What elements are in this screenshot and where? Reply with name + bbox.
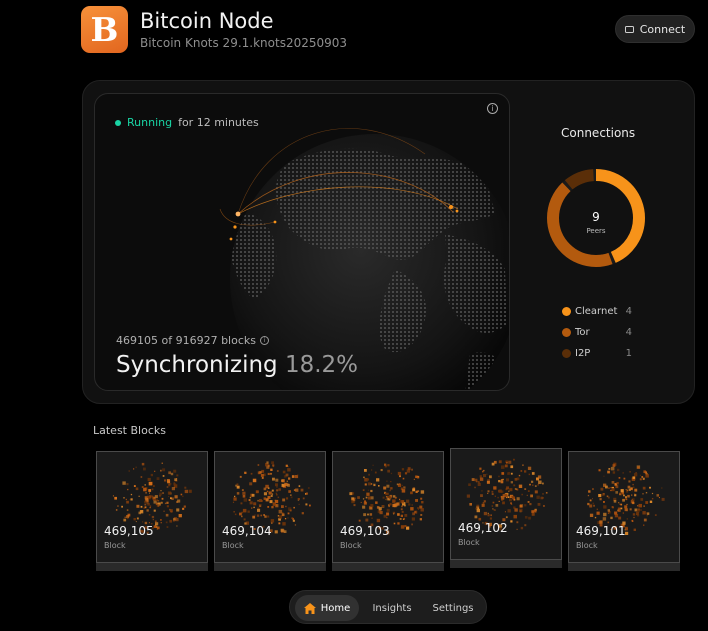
blocks-info-icon[interactable]: i (260, 336, 269, 345)
block-card[interactable]: 469,101 Block (568, 451, 680, 571)
legend-swatch (562, 328, 571, 337)
tab-insights[interactable]: Insights (364, 595, 420, 621)
sync-status: Synchronizing 18.2% (116, 352, 358, 378)
node-status: Running for 12 minutes (115, 116, 259, 129)
legend-swatch (562, 307, 571, 316)
connect-button-label: Connect (639, 22, 686, 36)
legend-tor: Tor 4 (562, 327, 632, 338)
legend-count: 1 (625, 348, 632, 359)
block-height: 469,102 (458, 521, 508, 535)
blocks-progress: 469105 of 916927 blocks i (116, 334, 269, 347)
tab-settings[interactable]: Settings (424, 595, 482, 621)
sync-card: Running for 12 minutes i 469105 of 91692… (94, 93, 510, 391)
sync-label: Synchronizing (116, 352, 278, 378)
legend-label: I2P (575, 348, 591, 359)
block-card[interactable]: 469,105 Block (96, 451, 208, 571)
tab-settings-label: Settings (432, 602, 474, 614)
block-card[interactable]: 469,102 Block (450, 448, 562, 568)
app-logo: B (81, 6, 128, 53)
legend-clearnet: Clearnet 4 (562, 306, 632, 317)
status-duration: for 12 minutes (178, 116, 259, 129)
node-version: Bitcoin Knots 29.1.knots20250903 (140, 36, 348, 50)
block-height: 469,101 (576, 524, 626, 538)
sync-percent: 18.2% (284, 352, 359, 378)
block-height: 469,104 (222, 524, 272, 538)
status-running-label: Running (127, 116, 173, 129)
block-label: Block (458, 538, 480, 547)
block-height: 469,105 (104, 524, 154, 538)
legend-count: 4 (625, 306, 632, 317)
block-height: 469,103 (340, 524, 390, 538)
tab-insights-label: Insights (372, 602, 412, 614)
block-label: Block (576, 541, 598, 550)
peers-label: Peers (586, 227, 605, 235)
block-label: Block (340, 541, 362, 550)
connections-donut-chart: 9 Peers (547, 169, 645, 267)
legend-count: 4 (625, 327, 632, 338)
blocks-progress-text: 469105 of 916927 blocks (116, 334, 256, 347)
info-icon[interactable]: i (487, 103, 498, 114)
latest-blocks-title: Latest Blocks (93, 424, 166, 437)
legend-label: Tor (575, 327, 590, 338)
page-title: Bitcoin Node (140, 9, 274, 33)
block-label: Block (104, 541, 126, 550)
status-dot (115, 119, 121, 126)
legend-label: Clearnet (575, 306, 618, 317)
legend-i2p: I2P 1 (562, 348, 632, 359)
home-icon (303, 602, 316, 614)
block-label: Block (222, 541, 244, 550)
legend-swatch (562, 349, 571, 358)
connect-button[interactable]: Connect (615, 15, 695, 43)
block-card[interactable]: 469,104 Block (214, 451, 326, 571)
wallet-icon (624, 25, 634, 33)
peers-count: 9 (592, 210, 600, 224)
tab-home[interactable]: Home (295, 595, 359, 621)
bottom-nav: Home Insights Settings (289, 590, 487, 624)
tab-home-label: Home (320, 602, 351, 614)
connections-title: Connections (561, 126, 636, 140)
block-card[interactable]: 469,103 Block (332, 451, 444, 571)
